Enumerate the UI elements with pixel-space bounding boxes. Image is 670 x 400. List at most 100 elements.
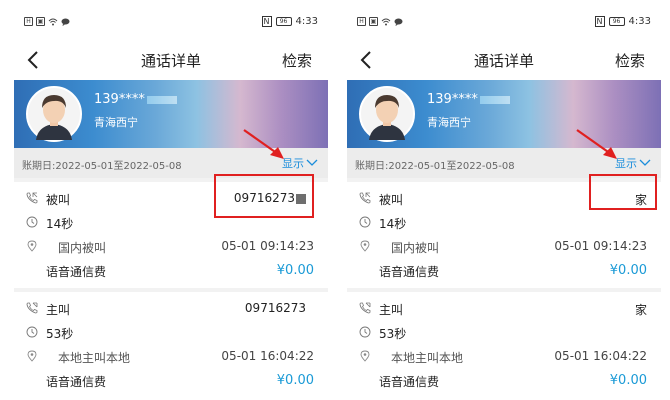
call-datetime: 05-01 09:14:23 bbox=[221, 239, 314, 253]
status-bar: H ▣ N 96 4:33 bbox=[14, 6, 328, 40]
page-title: 通话详单 bbox=[140, 52, 201, 70]
clock-icon bbox=[359, 326, 371, 338]
call-datetime: 05-01 16:04:22 bbox=[554, 349, 647, 363]
caller-number-text: 09716273 bbox=[244, 301, 306, 315]
nfc-icon: N bbox=[261, 16, 272, 27]
sim-icon: ▣ bbox=[36, 17, 45, 26]
status-bar: H ▣ N 96 4:33 bbox=[347, 6, 661, 40]
call-category: 本地主叫本地 bbox=[391, 351, 464, 365]
category-row: 国内被叫 05-01 09:14:23 bbox=[347, 238, 661, 256]
status-icons-right: N 96 4:33 bbox=[261, 16, 318, 27]
fee-amount: ¥0.00 bbox=[609, 263, 647, 278]
call-duration: 14秒 bbox=[379, 217, 407, 231]
fee-label: 语音通信费 bbox=[46, 375, 107, 389]
caller-number: 09716273 bbox=[245, 301, 306, 315]
search-button[interactable]: 检索 bbox=[615, 50, 645, 71]
sim-icon: ▣ bbox=[369, 17, 378, 26]
call-datetime: 05-01 09:14:23 bbox=[554, 239, 647, 253]
phone-outgoing-icon bbox=[359, 302, 371, 314]
phone-incoming-icon bbox=[26, 192, 38, 204]
call-type: 主叫 bbox=[379, 303, 404, 317]
phone-outgoing-icon bbox=[26, 302, 38, 314]
show-toggle-label: 显示 bbox=[282, 157, 304, 170]
fee-amount: ¥0.00 bbox=[276, 373, 314, 388]
status-icons-left: H ▣ bbox=[24, 17, 70, 26]
nav-bar: 通话详单 检索 bbox=[14, 40, 328, 80]
call-type-row: 主叫 09716273 bbox=[14, 300, 328, 318]
chevron-down-icon bbox=[306, 159, 318, 166]
fee-row: 语音通信费 ¥0.00 bbox=[347, 262, 661, 280]
call-duration: 53秒 bbox=[46, 327, 74, 341]
phone-number-text: 139**** bbox=[427, 92, 478, 107]
location-icon bbox=[27, 240, 37, 252]
clock-icon bbox=[359, 216, 371, 228]
location-icon bbox=[360, 240, 370, 252]
show-toggle-label: 显示 bbox=[615, 157, 637, 170]
clock-time: 4:33 bbox=[628, 16, 651, 27]
fee-label: 语音通信费 bbox=[379, 375, 440, 389]
call-category: 本地主叫本地 bbox=[58, 351, 131, 365]
duration-row: 14秒 bbox=[347, 214, 661, 232]
call-duration: 14秒 bbox=[46, 217, 74, 231]
duration-row: 53秒 bbox=[14, 324, 328, 342]
billing-period-text: 账期日:2022-05-01至2022-05-08 bbox=[22, 161, 182, 172]
call-type-row: 主叫 家 bbox=[347, 300, 661, 318]
avatar bbox=[26, 86, 82, 142]
phone-number: 139**** bbox=[427, 92, 510, 107]
call-category: 国内被叫 bbox=[391, 241, 440, 255]
show-toggle-button[interactable]: 显示 bbox=[282, 155, 318, 171]
search-button[interactable]: 检索 bbox=[282, 50, 312, 71]
user-banner: 139**** 青海西宁 bbox=[347, 80, 661, 148]
clock-icon bbox=[26, 216, 38, 228]
fee-row: 语音通信费 ¥0.00 bbox=[14, 262, 328, 280]
call-record-card[interactable]: 主叫 09716273 53秒 本地主叫本地 05-01 16:04:22 语音… bbox=[14, 292, 328, 394]
phone-screen-left: H ▣ N 96 4:33 通话详单 检索 139**** 青海西宁 账期日:2… bbox=[14, 6, 328, 394]
redaction-blur bbox=[146, 95, 177, 104]
message-icon bbox=[61, 18, 70, 26]
fee-row: 语音通信费 ¥0.00 bbox=[14, 372, 328, 390]
message-icon bbox=[394, 18, 403, 26]
highlight-box bbox=[214, 174, 314, 218]
highlight-box bbox=[589, 174, 657, 210]
battery-icon: 96 bbox=[608, 17, 625, 26]
fee-label: 语音通信费 bbox=[46, 265, 107, 279]
clock-time: 4:33 bbox=[295, 16, 318, 27]
phone-screen-right: H ▣ N 96 4:33 通话详单 检索 139**** 青海西宁 账期日:2… bbox=[347, 6, 661, 394]
chevron-down-icon bbox=[639, 159, 651, 166]
category-row: 国内被叫 05-01 09:14:23 bbox=[14, 238, 328, 256]
wifi-icon bbox=[381, 18, 391, 25]
region-label: 青海西宁 bbox=[427, 116, 471, 129]
contact-name: 家 bbox=[634, 303, 647, 317]
page-title: 通话详单 bbox=[473, 52, 534, 70]
fee-label: 语音通信费 bbox=[379, 265, 440, 279]
call-type: 被叫 bbox=[46, 193, 71, 207]
clock-icon bbox=[26, 326, 38, 338]
location-icon bbox=[360, 350, 370, 362]
phone-number-text: 139**** bbox=[94, 92, 145, 107]
user-banner: 139**** 青海西宁 bbox=[14, 80, 328, 148]
location-icon bbox=[27, 350, 37, 362]
phone-incoming-icon bbox=[359, 192, 371, 204]
hd-icon: H bbox=[24, 17, 33, 26]
call-record-card[interactable]: 主叫 家 53秒 本地主叫本地 05-01 16:04:22 语音通信费 ¥0.… bbox=[347, 292, 661, 394]
phone-number: 139**** bbox=[94, 92, 177, 107]
nav-bar: 通话详单 检索 bbox=[347, 40, 661, 80]
show-toggle-button[interactable]: 显示 bbox=[615, 155, 651, 171]
battery-icon: 96 bbox=[275, 17, 292, 26]
call-type: 主叫 bbox=[46, 303, 71, 317]
call-category: 国内被叫 bbox=[58, 241, 107, 255]
avatar bbox=[359, 86, 415, 142]
fee-amount: ¥0.00 bbox=[276, 263, 314, 278]
status-icons-right: N 96 4:33 bbox=[594, 16, 651, 27]
call-duration: 53秒 bbox=[379, 327, 407, 341]
status-icons-left: H ▣ bbox=[357, 17, 403, 26]
category-row: 本地主叫本地 05-01 16:04:22 bbox=[347, 348, 661, 366]
redaction-blur bbox=[479, 95, 510, 104]
duration-row: 53秒 bbox=[347, 324, 661, 342]
call-datetime: 05-01 16:04:22 bbox=[221, 349, 314, 363]
fee-row: 语音通信费 ¥0.00 bbox=[347, 372, 661, 390]
fee-amount: ¥0.00 bbox=[609, 373, 647, 388]
nfc-icon: N bbox=[594, 16, 605, 27]
hd-icon: H bbox=[357, 17, 366, 26]
wifi-icon bbox=[48, 18, 58, 25]
